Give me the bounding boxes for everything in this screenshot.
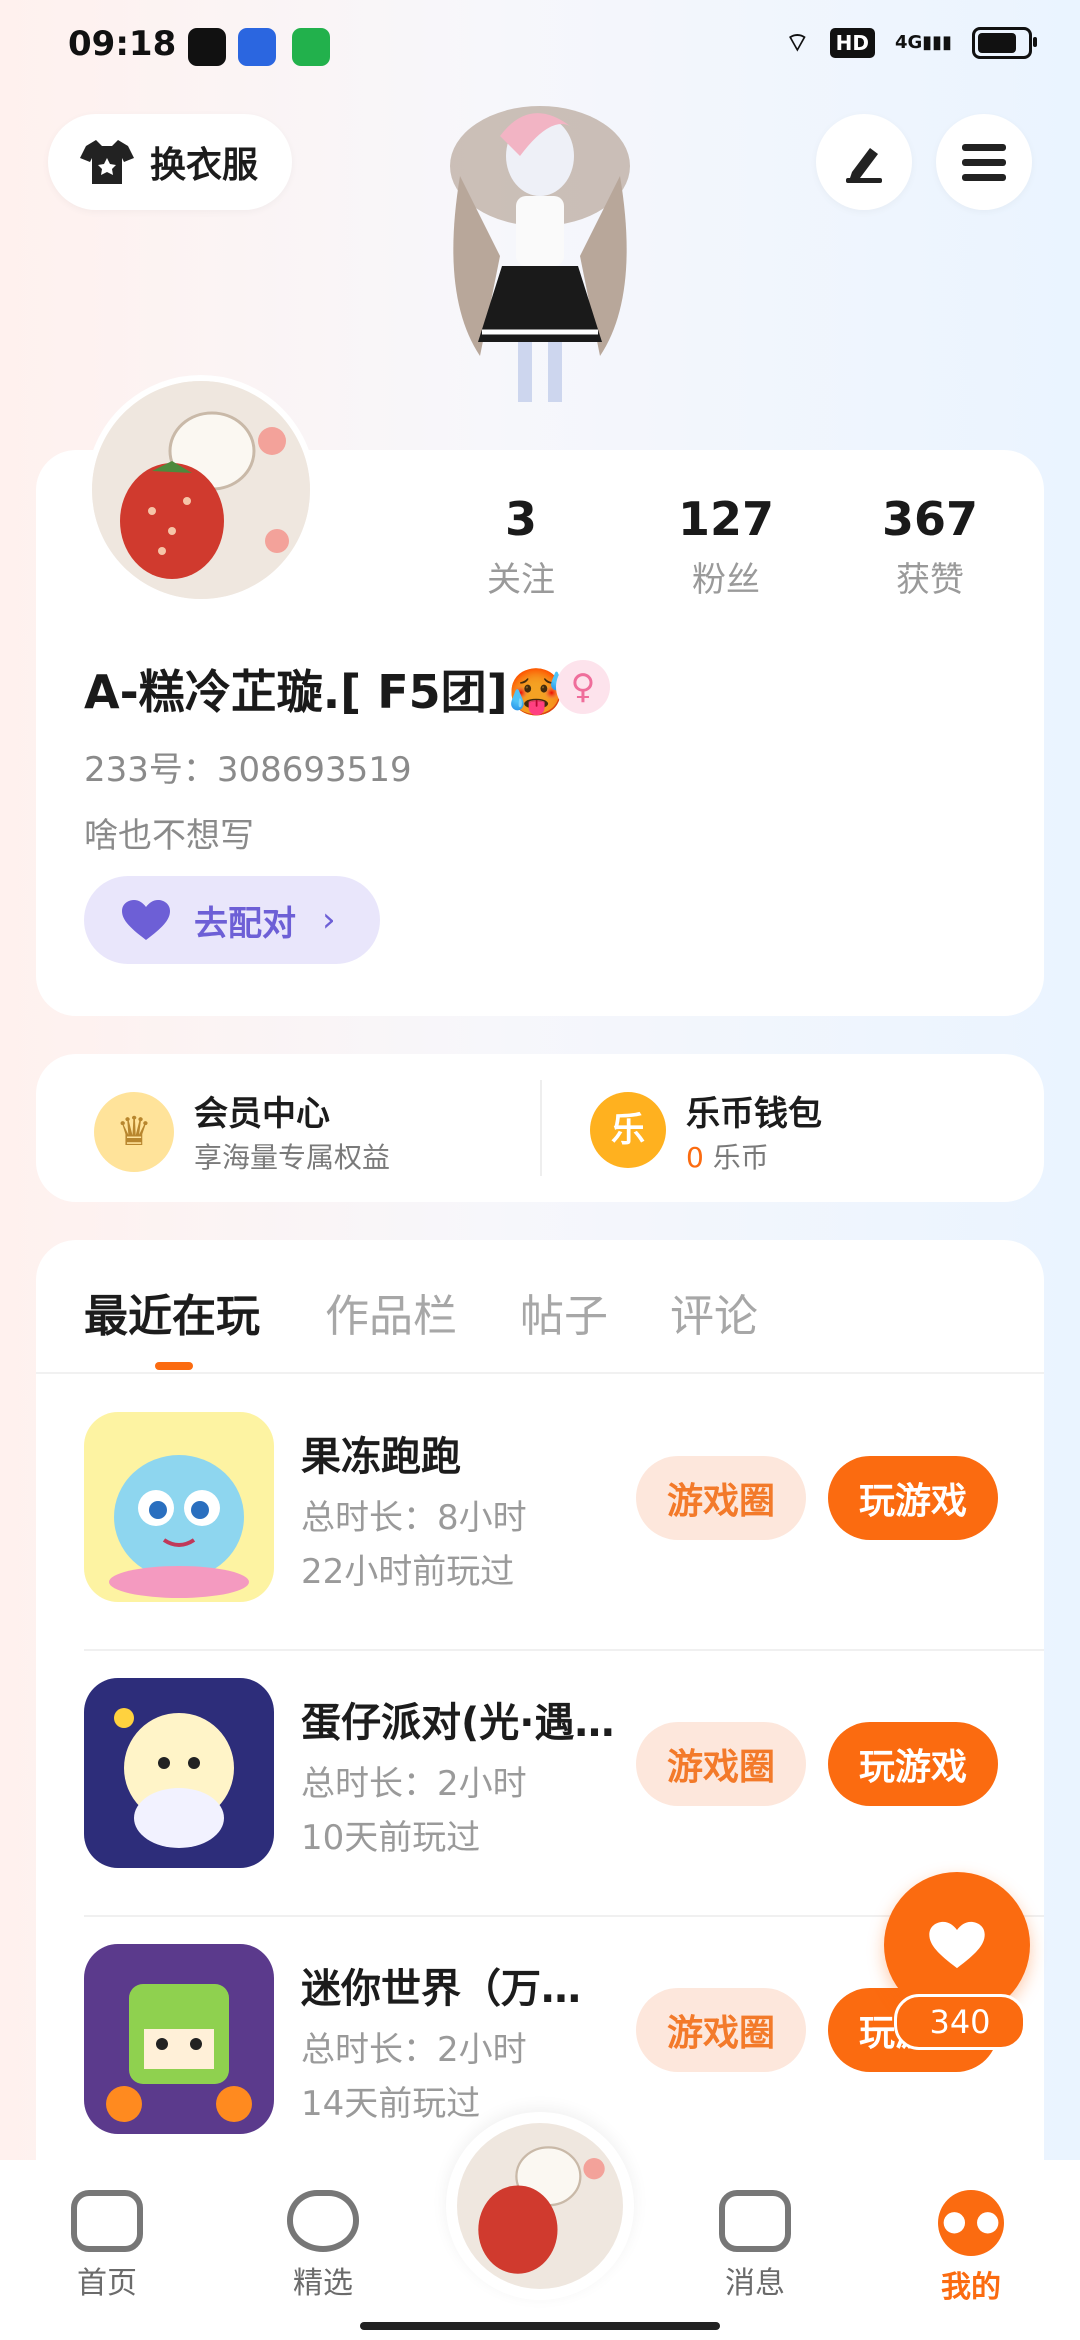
battery-icon bbox=[972, 26, 1037, 59]
game-icon-eggy-party bbox=[84, 1678, 274, 1868]
hd-icon: HD bbox=[829, 27, 875, 58]
row-divider bbox=[84, 1649, 1044, 1651]
stat-fans[interactable]: 127 粉丝 bbox=[641, 492, 811, 601]
vip-center[interactable]: ♛ 会员中心 享海量专属权益 bbox=[94, 1086, 494, 1176]
shirt-icon bbox=[80, 140, 134, 184]
gamepad-icon bbox=[71, 2190, 143, 2252]
status-bar: 09:18 ⌔ HD 4G▮▮▮ bbox=[0, 0, 1080, 96]
baidu-icon bbox=[238, 28, 276, 66]
nav-mine[interactable]: ● ● 我的 bbox=[906, 2190, 1036, 2306]
menu-button[interactable] bbox=[936, 114, 1032, 210]
gender-female-icon: ♀ bbox=[556, 660, 610, 714]
stat-following[interactable]: 3 关注 bbox=[436, 492, 606, 601]
tab-recent-played[interactable]: 最近在玩 bbox=[84, 1280, 260, 1344]
game-last-played: 10天前玩过 bbox=[301, 1818, 481, 1858]
game-row[interactable]: 蛋仔派对(光·遇… 总时长：2小时 10天前玩过 游戏圈 玩游戏 bbox=[36, 1652, 1044, 1917]
avatar bbox=[457, 2123, 623, 2289]
wallet-title: 乐币钱包 bbox=[686, 1094, 822, 1134]
nav-home[interactable]: 首页 bbox=[42, 2190, 172, 2302]
user-bio: 啥也不想写 bbox=[84, 816, 254, 856]
game-row[interactable]: 果冻跑跑 总时长：8小时 22小时前玩过 游戏圈 玩游戏 bbox=[36, 1386, 1044, 1651]
wallet-amount: 0 bbox=[686, 1141, 704, 1174]
heart-icon bbox=[929, 1921, 985, 1969]
stat-likes[interactable]: 367 获赞 bbox=[845, 492, 1015, 601]
game-title: 蛋仔派对(光·遇… bbox=[301, 1700, 615, 1746]
membership-divider bbox=[540, 1080, 542, 1176]
game-last-played: 14天前玩过 bbox=[301, 2084, 481, 2124]
nav-messages[interactable]: 消息 bbox=[690, 2190, 820, 2302]
dress-up-label: 换衣服 bbox=[150, 145, 259, 186]
vip-subtitle: 享海量专属权益 bbox=[194, 1141, 391, 1174]
coin-icon: 乐 bbox=[590, 1092, 666, 1168]
chat-bubble-icon bbox=[719, 2190, 791, 2252]
user-id: 233号：308693519 bbox=[84, 750, 412, 790]
game-icon-mini-world bbox=[84, 1944, 274, 2134]
tiktok-icon bbox=[188, 28, 226, 66]
tab-indicator bbox=[155, 1362, 193, 1370]
like-count-badge: 340 bbox=[894, 1994, 1026, 2050]
status-indicators: ⌔ HD 4G▮▮▮ bbox=[785, 26, 1037, 59]
profile-name: A-糕冷芷璇.[ F5团]🥵 bbox=[84, 665, 565, 719]
play-game-button[interactable]: 玩游戏 bbox=[828, 1456, 998, 1540]
wallet-unit: 乐币 bbox=[712, 1141, 769, 1174]
profile-avatar[interactable] bbox=[86, 375, 316, 605]
diamond-heart-icon bbox=[287, 2190, 359, 2252]
game-circle-button[interactable]: 游戏圈 bbox=[636, 1988, 806, 2072]
heart-icon bbox=[122, 900, 170, 940]
game-duration: 总时长：2小时 bbox=[301, 2030, 527, 2070]
dress-up-button[interactable]: 换衣服 bbox=[48, 114, 292, 210]
match-button[interactable]: 去配对 › bbox=[84, 876, 380, 964]
coin-wallet[interactable]: 乐 乐币钱包 0 乐币 bbox=[590, 1086, 990, 1176]
tab-posts[interactable]: 帖子 bbox=[520, 1280, 608, 1344]
home-indicator bbox=[360, 2322, 720, 2330]
game-circle-button[interactable]: 游戏圈 bbox=[636, 1456, 806, 1540]
nav-center-avatar[interactable] bbox=[446, 2112, 634, 2300]
game-circle-button[interactable]: 游戏圈 bbox=[636, 1722, 806, 1806]
tabs-divider bbox=[36, 1372, 1044, 1374]
match-label: 去配对 bbox=[194, 903, 296, 944]
game-icon-jelly-run bbox=[84, 1412, 274, 1602]
game-duration: 总时长：2小时 bbox=[301, 1764, 527, 1804]
game-title: 果冻跑跑 bbox=[301, 1434, 461, 1480]
play-game-button[interactable]: 玩游戏 bbox=[828, 1722, 998, 1806]
hamburger-icon bbox=[962, 144, 1006, 181]
tab-comments[interactable]: 评论 bbox=[670, 1280, 758, 1344]
game-title: 迷你世界（万… bbox=[301, 1966, 581, 2012]
pencil-icon bbox=[846, 148, 882, 183]
game-duration: 总时长：8小时 bbox=[301, 1498, 527, 1538]
avatar-character[interactable] bbox=[420, 96, 660, 456]
crown-icon: ♛ bbox=[94, 1092, 174, 1172]
chevron-right-icon: › bbox=[322, 900, 336, 940]
status-time: 09:18 bbox=[68, 24, 177, 64]
signal-icon: 4G▮▮▮ bbox=[894, 32, 952, 53]
nav-featured[interactable]: 精选 bbox=[258, 2190, 388, 2302]
game-last-played: 22小时前玩过 bbox=[301, 1552, 515, 1592]
avatar-image bbox=[92, 381, 310, 599]
edit-button[interactable] bbox=[816, 114, 912, 210]
wallet-balance: 0 乐币 bbox=[686, 1136, 769, 1176]
tab-works[interactable]: 作品栏 bbox=[325, 1280, 457, 1344]
wifi-icon: ⌔ bbox=[785, 28, 810, 58]
vip-title: 会员中心 bbox=[194, 1094, 330, 1134]
message-app-icon bbox=[292, 28, 330, 66]
profile-dots-icon: ● ● bbox=[938, 2190, 1004, 2256]
